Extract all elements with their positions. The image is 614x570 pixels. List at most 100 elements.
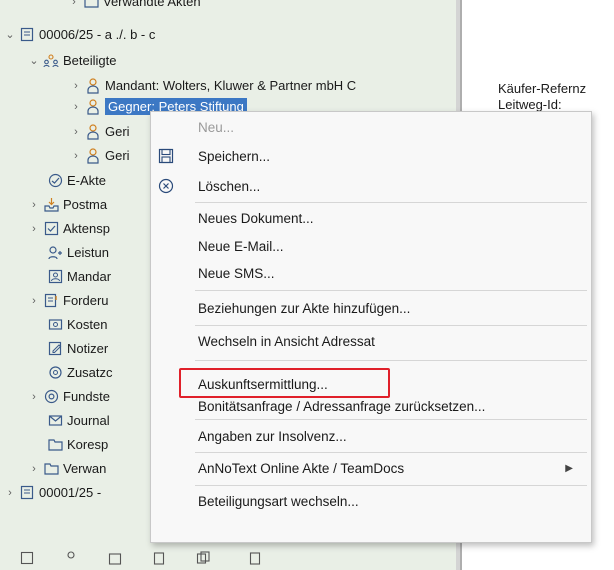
list-icon[interactable] (248, 551, 264, 567)
menu-item-neue-email[interactable]: Neue E-Mail... (151, 232, 591, 260)
tree-item-label: 00006/25 - a ./. b - c (39, 27, 156, 42)
menu-item-insolvenz[interactable]: Angaben zur Insolvenz... (151, 422, 591, 450)
tree-item-label: 00001/25 - (39, 485, 102, 500)
folder-icon (47, 437, 63, 453)
tree-item-label: Leistun (67, 245, 109, 260)
tree-item-mandant[interactable]: › Mandant: Wolters, Kluwer & Partner mbH… (70, 75, 356, 96)
chevron-right-icon[interactable]: › (4, 487, 16, 499)
people-icon (43, 53, 59, 69)
menu-item-wechseln-adressat[interactable]: Wechseln in Ansicht Adressat (151, 327, 591, 355)
menu-separator (195, 452, 587, 453)
tree-item-gericht-2[interactable]: › Geri (70, 145, 130, 166)
extra-data-icon (47, 365, 63, 381)
tree-item-mandant-data[interactable]: Mandar (44, 266, 111, 287)
tree-item-fundstellen[interactable]: › Fundste (28, 386, 110, 407)
tree-item-kosten[interactable]: Kosten (44, 314, 107, 335)
menu-item-neue-sms[interactable]: Neue SMS... (151, 259, 591, 287)
tree-item-e-akte[interactable]: E-Akte (44, 170, 106, 191)
journal-icon (47, 413, 63, 429)
chevron-right-icon[interactable]: › (28, 391, 40, 403)
menu-item-label: Beteiligungsart wechseln... (198, 493, 359, 509)
tree-item-label: Verwandte Akten (103, 0, 201, 9)
tree-item-label: E-Akte (67, 173, 107, 188)
chevron-right-icon[interactable]: › (70, 101, 82, 113)
copy-icon[interactable] (196, 551, 212, 567)
kaeufer-referenz-label: Käufer-Refernz (498, 81, 587, 96)
tree-item-case-00006[interactable]: ⌄ 00006/25 - a ./. b - c (4, 24, 155, 45)
menu-item-label: Bonitätsanfrage / Adressanfrage zurückse… (198, 398, 486, 414)
chevron-down-icon[interactable]: ⌄ (4, 29, 16, 41)
claims-icon (43, 293, 59, 309)
leitweg-id-label: Leitweg-Id: (498, 97, 562, 112)
tree-item-notizen[interactable]: Notizer (44, 338, 108, 359)
tree-item-label: Mandant: Wolters, Kluwer & Partner mbH C (105, 78, 357, 93)
menu-separator (195, 419, 587, 420)
tree-item-case-00001[interactable]: › 00001/25 - (4, 482, 101, 503)
context-menu: Neu... Speichern... Löschen... Neues Dok… (150, 111, 592, 543)
notes-icon[interactable] (108, 551, 124, 567)
chevron-right-icon[interactable]: › (28, 223, 40, 235)
tree-item-leistungen[interactable]: Leistun (44, 242, 109, 263)
case-file-icon (19, 485, 35, 501)
checkbox-icon (43, 221, 59, 237)
tree-item-gericht-1[interactable]: › Geri (70, 121, 130, 142)
menu-item-neues-dokument[interactable]: Neues Dokument... (151, 204, 591, 232)
menu-item-label: Neu... (198, 119, 235, 135)
chevron-right-icon[interactable]: › (70, 150, 82, 162)
case-file-icon[interactable] (20, 551, 36, 567)
at-icon (43, 389, 59, 405)
tree-item-journal[interactable]: Journal (44, 410, 110, 431)
inbox-icon (43, 197, 59, 213)
chevron-right-icon[interactable]: › (70, 80, 82, 92)
person-icon (85, 77, 101, 94)
client-icon (47, 269, 63, 285)
folder-icon (83, 0, 99, 10)
menu-item-label: Neue SMS... (198, 265, 275, 281)
menu-item-annotext-online[interactable]: AnNoText Online Akte / TeamDocs ▶ (151, 454, 591, 482)
tree-item-label: Fundste (63, 389, 110, 404)
menu-item-speichern[interactable]: Speichern... (151, 142, 591, 170)
menu-item-beteiligungsart[interactable]: Beteiligungsart wechseln... (151, 487, 591, 515)
tree-item-korrespondenz[interactable]: Koresp (44, 434, 108, 455)
chevron-right-icon[interactable]: › (28, 199, 40, 211)
menu-item-loeschen[interactable]: Löschen... (151, 172, 591, 200)
menu-item-beziehungen[interactable]: Beziehungen zur Akte hinzufügen... (151, 294, 591, 322)
menu-separator (195, 290, 587, 291)
tree-item-postmappe[interactable]: › Postma (28, 194, 107, 215)
menu-item-label: AnNoText Online Akte / TeamDocs (198, 460, 405, 476)
document-icon[interactable] (152, 551, 168, 567)
tree-toolbar (0, 545, 456, 570)
menu-item-label: Beziehungen zur Akte hinzufügen... (198, 300, 411, 316)
menu-separator (195, 325, 587, 326)
costs-icon (47, 317, 63, 333)
tree-item-label: Mandar (67, 269, 112, 284)
tree-item-verwandte-akten[interactable]: › Verwan (28, 458, 106, 479)
tree-item-aktenspiegel[interactable]: › Aktensp (28, 218, 110, 239)
tree-item-label: Geri (105, 148, 130, 163)
tree-item-forderungen[interactable]: › Forderu (28, 290, 108, 311)
chevron-right-icon[interactable]: › (28, 295, 40, 307)
tree-item-label: Kosten (67, 317, 108, 332)
menu-item-neu[interactable]: Neu... (151, 113, 591, 141)
tree-item-zusatzdaten[interactable]: Zusatzc (44, 362, 113, 383)
chevron-right-icon[interactable]: › (68, 0, 80, 8)
chevron-right-icon[interactable]: › (70, 126, 82, 138)
tree-item-beteiligte[interactable]: ⌄ Beteiligte (28, 50, 116, 71)
chevron-down-icon[interactable]: ⌄ (28, 55, 40, 67)
menu-item-label: Neue E-Mail... (198, 238, 284, 254)
menu-separator (195, 485, 587, 486)
tree-item-verwandte-akten-top[interactable]: › Verwandte Akten (68, 0, 201, 12)
menu-separator (195, 202, 587, 203)
person-icon (85, 147, 101, 164)
tree-item-label: Postma (63, 197, 108, 212)
tree-item-label: Geri (105, 124, 130, 139)
tree-item-label: Aktensp (63, 221, 110, 236)
person-icon[interactable] (64, 551, 80, 567)
person-icon (85, 98, 101, 115)
chevron-right-icon[interactable]: › (28, 463, 40, 475)
highlight-annotation-box (179, 368, 390, 398)
notes-icon (47, 341, 63, 357)
delete-icon (157, 177, 175, 195)
tree-item-label: Journal (67, 413, 110, 428)
tree-item-label: Zusatzc (67, 365, 113, 380)
